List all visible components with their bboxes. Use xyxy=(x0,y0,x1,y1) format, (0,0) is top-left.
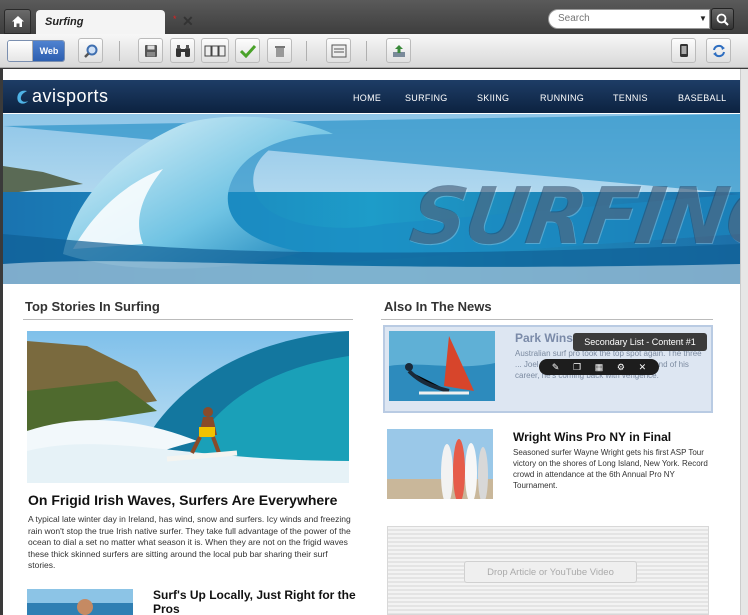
copy-icon[interactable]: ❐ xyxy=(573,359,581,375)
toggle-knob xyxy=(8,41,33,61)
save-button[interactable] xyxy=(138,38,163,63)
home-button[interactable] xyxy=(4,9,31,34)
view-toggle-label: Web xyxy=(33,41,64,61)
tab-title: Surfing xyxy=(45,16,84,28)
approve-button[interactable] xyxy=(235,38,260,63)
save-icon xyxy=(144,44,157,57)
phone-icon xyxy=(679,44,688,57)
story-image[interactable] xyxy=(27,331,349,483)
delete-button[interactable] xyxy=(267,38,292,63)
refresh-icon xyxy=(712,44,725,57)
secondary-list-tooltip: Secondary List - Content #1 xyxy=(573,333,707,351)
columns-icon xyxy=(204,45,226,56)
editor-toolbar: Web xyxy=(0,34,748,68)
also-in-news-title: Also In The News xyxy=(384,299,492,314)
pro-surfer-image xyxy=(27,589,133,615)
sync-button[interactable] xyxy=(706,38,731,63)
home-icon xyxy=(11,16,24,27)
remove-icon[interactable]: ✕ xyxy=(639,359,647,375)
top-stories-title: Top Stories In Surfing xyxy=(25,299,160,314)
upload-icon xyxy=(392,44,405,57)
nav-running[interactable]: RUNNING xyxy=(540,93,584,103)
page-canvas: avisports HOME SURFING SKIING RUNNING TE… xyxy=(3,69,740,615)
binoculars-icon xyxy=(175,44,190,57)
nav-baseball[interactable]: BASEBALL xyxy=(678,93,726,103)
surfboards-image xyxy=(387,429,493,499)
site-logo[interactable]: avisports xyxy=(15,86,109,107)
layout-button[interactable] xyxy=(201,38,229,63)
news-headline-2[interactable]: Wright Wins Pro NY in Final xyxy=(513,430,671,444)
sub-story-image[interactable] xyxy=(27,589,133,615)
preview-button[interactable] xyxy=(78,38,103,63)
nav-surfing[interactable]: SURFING xyxy=(405,93,448,103)
trash-icon xyxy=(274,45,285,57)
story-body: A typical late winter day in Ireland, ha… xyxy=(28,514,351,570)
toolbar-divider xyxy=(366,41,367,61)
sub-story-headline[interactable]: Surf's Up Locally, Just Right for the Pr… xyxy=(153,588,363,615)
nav-home[interactable]: HOME xyxy=(353,93,381,103)
component-edit-bar: ✎ ❐ ▦ ⚙ ✕ xyxy=(539,359,659,375)
tab-surfing[interactable]: Surfing * ✕ xyxy=(36,10,194,34)
find-button[interactable] xyxy=(170,38,195,63)
hero-banner: SURFING xyxy=(3,114,740,284)
nav-skiing[interactable]: SKIING xyxy=(477,93,509,103)
section-divider xyxy=(23,319,353,320)
hero-title: SURFING xyxy=(404,172,740,262)
close-icon[interactable]: ✕ xyxy=(182,14,194,28)
properties-button[interactable] xyxy=(326,38,351,63)
search-button[interactable] xyxy=(711,8,734,30)
drop-article-button[interactable]: Drop Article or YouTube Video xyxy=(464,561,637,583)
story-headline[interactable]: On Frigid Irish Waves, Surfers Are Every… xyxy=(28,492,337,508)
layout-icon[interactable]: ▦ xyxy=(595,359,604,375)
settings-icon[interactable]: ⚙ xyxy=(617,359,625,375)
tab-bar: Surfing * ✕ ▼ xyxy=(0,0,748,34)
device-preview-button[interactable] xyxy=(671,38,696,63)
magnifier-icon xyxy=(83,44,97,58)
chevron-down-icon[interactable]: ▼ xyxy=(699,14,707,23)
search-box: ▼ xyxy=(548,9,710,29)
search-icon xyxy=(716,13,729,26)
logo-swoosh-icon xyxy=(17,90,28,104)
nav-tennis[interactable]: TENNIS xyxy=(613,93,648,103)
panel-icon xyxy=(331,44,346,57)
publish-button[interactable] xyxy=(386,38,411,63)
windsurf-image xyxy=(389,331,495,401)
news-image-windsurf xyxy=(389,331,495,401)
news-body-2: Seasoned surfer Wayne Wright gets his fi… xyxy=(513,448,708,490)
section-divider xyxy=(381,319,713,320)
news-headline-1[interactable]: Park Wins xyxy=(515,331,573,345)
checkmark-icon xyxy=(239,44,256,58)
toolbar-divider xyxy=(119,41,120,61)
vertical-scrollbar[interactable] xyxy=(740,69,748,615)
view-toggle[interactable]: Web xyxy=(7,40,65,62)
logo-text: avisports xyxy=(32,86,109,106)
surfer-image xyxy=(27,331,349,483)
drop-zone[interactable]: Drop Article or YouTube Video xyxy=(387,526,709,615)
news-image-surfboards[interactable] xyxy=(387,429,493,499)
edit-icon[interactable]: ✎ xyxy=(552,359,560,375)
unsaved-marker: * xyxy=(173,14,177,24)
toolbar-divider xyxy=(306,41,307,61)
search-input[interactable] xyxy=(558,13,688,24)
site-navigation: avisports HOME SURFING SKIING RUNNING TE… xyxy=(3,80,740,113)
